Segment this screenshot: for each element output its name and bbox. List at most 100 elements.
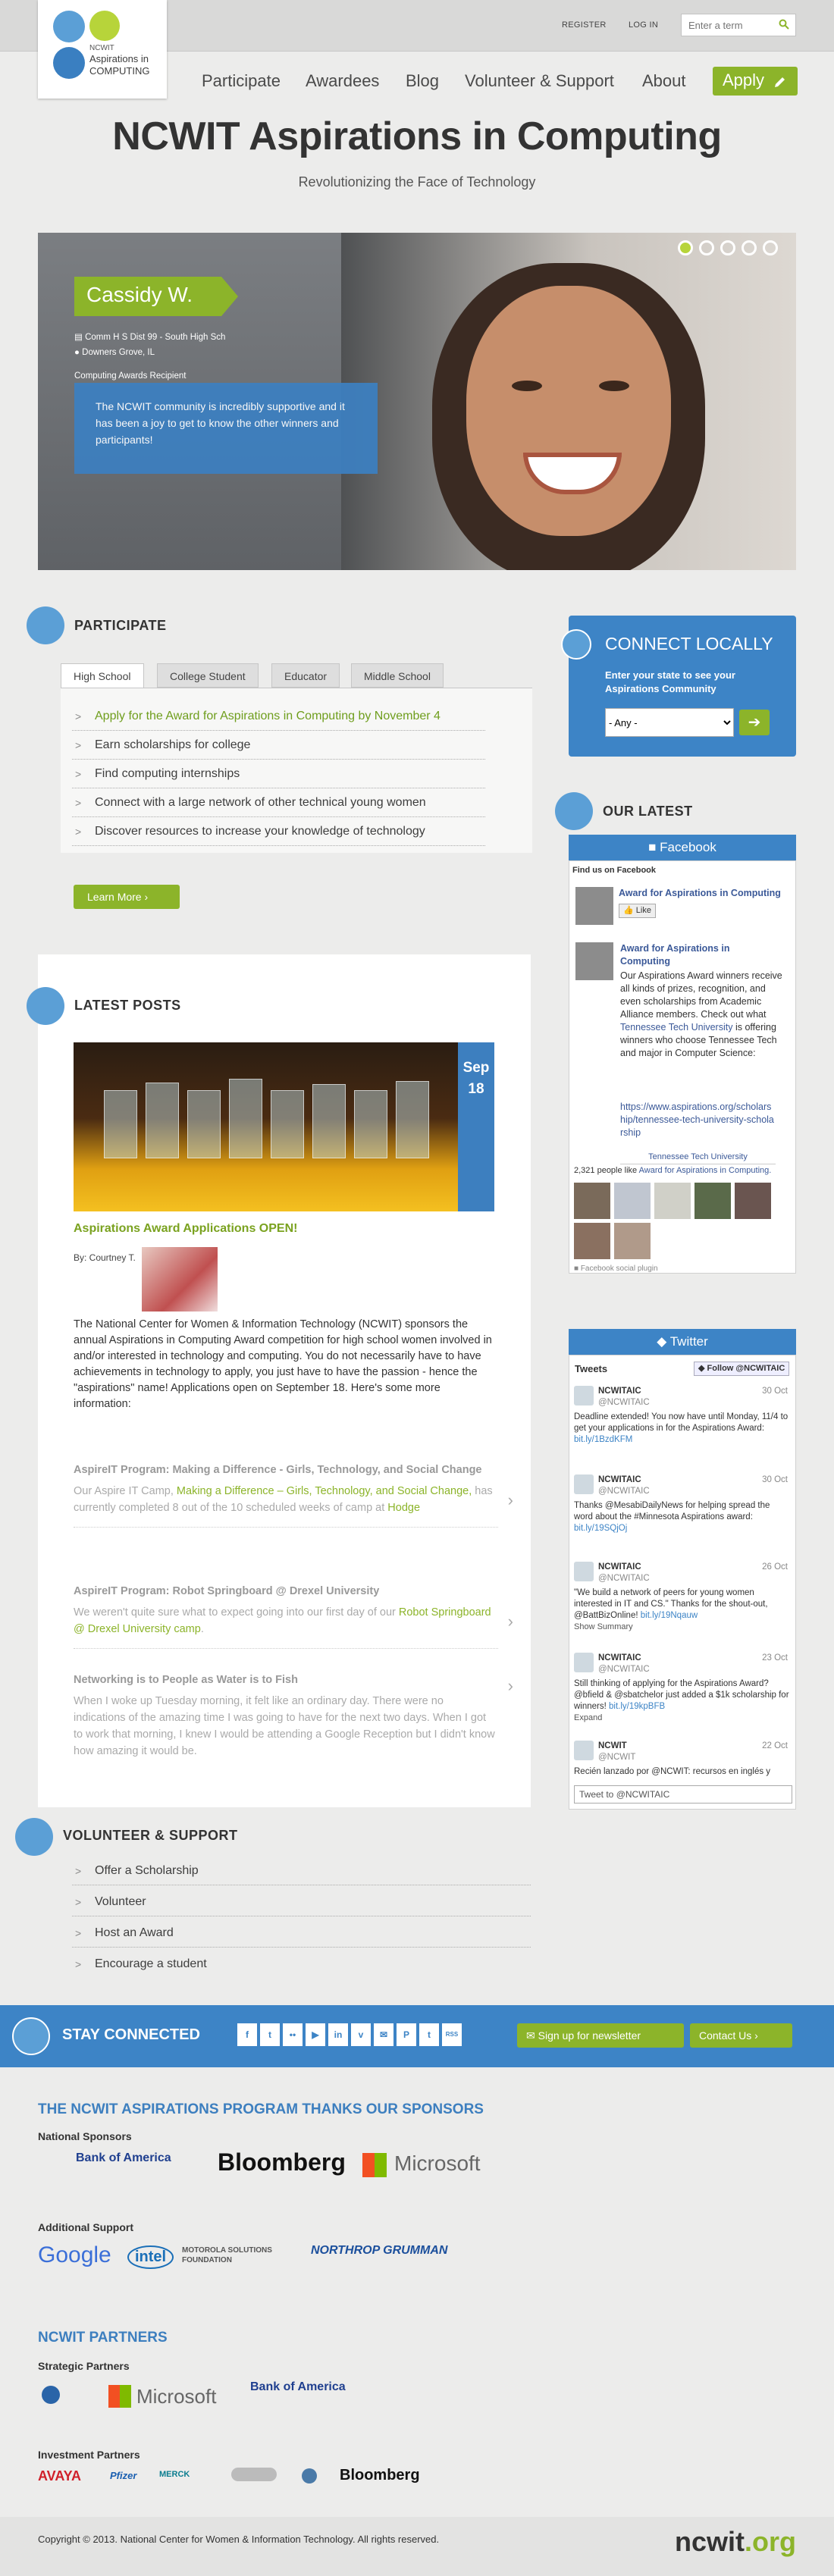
tweet-date[interactable]: 23 Oct (762, 1653, 788, 1664)
apply-button[interactable]: Apply (713, 67, 798, 96)
fan-avatar[interactable] (735, 1183, 771, 1219)
intel-logo[interactable]: intel (127, 2245, 174, 2269)
post-title-link[interactable]: Aspirations Award Applications OPEN! (74, 1222, 297, 1236)
post-teaser-link[interactable]: Making a Difference – Girls, Technology,… (177, 1485, 472, 1497)
pfizer-logo[interactable]: Pfizer (110, 2470, 136, 2481)
email-icon[interactable]: ✉ (374, 2023, 393, 2046)
post-teaser-link[interactable]: Hodge (387, 1502, 420, 1514)
search-input[interactable] (682, 14, 771, 36)
chevron-right-icon[interactable]: › (508, 1492, 513, 1509)
facebook-icon[interactable]: f (237, 2023, 257, 2046)
tab-educator[interactable]: Educator (271, 663, 340, 688)
fan-avatar[interactable] (574, 1223, 610, 1259)
slider-dot[interactable] (742, 240, 757, 255)
tweet[interactable]: NCWIT @NCWIT 22 Oct Recién lanzado por @NCW… (574, 1741, 791, 1778)
list-item[interactable]: > Connect with a large network of other t… (72, 789, 485, 817)
fan-avatar[interactable] (614, 1183, 651, 1219)
hero-slider[interactable]: Cassidy W. ▤ Comm H S Dist 99 - South Hi… (38, 233, 796, 570)
microsoft-logo[interactable]: Microsoft (136, 2385, 216, 2408)
tweet-author[interactable]: NCWITAIC (598, 1562, 641, 1572)
tweet[interactable]: NCWITAIC @NCWITAIC 26 Oct "We build a netwo… (574, 1562, 791, 1633)
tweet[interactable]: NCWITAIC @NCWITAIC 23 Oct Still thinking of… (574, 1653, 791, 1724)
fan-avatar[interactable] (694, 1183, 731, 1219)
tweet-link[interactable]: bit.ly/19Nqauw (641, 1611, 698, 1620)
tweet-author[interactable]: NCWIT (598, 1741, 627, 1750)
rss-icon[interactable]: RSS (442, 2023, 462, 2046)
chevron-right-icon[interactable]: › (508, 1613, 513, 1630)
google-logo[interactable]: Google (38, 2242, 111, 2268)
facebook-page-link[interactable]: Award for Aspirations in Computing (619, 887, 789, 900)
ncwit-logo[interactable]: NCWIT Aspirations in COMPUTING (38, 0, 167, 99)
tweet[interactable]: NCWITAIC @NCWITAIC 30 Oct Thanks @MesabiDai… (574, 1474, 791, 1534)
partner-seal-logo[interactable] (42, 2386, 60, 2404)
tweet-expand[interactable]: Show Summary (574, 1622, 791, 1633)
post-teaser[interactable]: AspireIT Program: Robot Springboard @ Dr… (74, 1583, 513, 1649)
tab-high-school[interactable]: High School (61, 663, 144, 689)
go-button[interactable]: ➔ (739, 710, 770, 735)
tab-middle-school[interactable]: Middle School (351, 663, 444, 688)
tweet-expand[interactable]: Expand (574, 1713, 791, 1724)
facebook-post-title[interactable]: Award for Aspirations in Computing (620, 942, 764, 968)
tweet-author[interactable]: NCWITAIC (598, 1387, 641, 1396)
tweet-author[interactable]: NCWITAIC (598, 1475, 641, 1484)
tumblr-icon[interactable]: t (419, 2023, 439, 2046)
tweet-date[interactable]: 26 Oct (762, 1562, 788, 1573)
tweet-compose[interactable]: Tweet to @NCWITAIC (574, 1785, 792, 1804)
learn-more-button[interactable]: Learn More › (74, 885, 180, 909)
tweet-author[interactable]: NCWITAIC (598, 1653, 641, 1662)
avaya-logo[interactable]: AVAYA (38, 2468, 81, 2484)
like-button[interactable]: 👍 Like (619, 904, 656, 918)
youtube-icon[interactable]: ▶ (306, 2023, 325, 2046)
list-item[interactable]: > Host an Award (72, 1919, 531, 1948)
tweet-date[interactable]: 30 Oct (762, 1386, 788, 1397)
bank-of-america-logo[interactable]: Bank of America (250, 2380, 346, 2394)
northrop-grumman-logo[interactable]: NORTHROP GRUMMAN (311, 2244, 447, 2258)
slider-dot[interactable] (678, 240, 693, 255)
list-item[interactable]: > Earn scholarships for college (72, 732, 485, 760)
tweet-link[interactable]: bit.ly/19kpBFB (609, 1702, 665, 1711)
fan-avatar[interactable] (654, 1183, 691, 1219)
slider-dot[interactable] (699, 240, 714, 255)
nav-about[interactable]: About (642, 71, 686, 91)
partner-seal-logo[interactable] (302, 2468, 317, 2484)
facebook-post-link[interactable]: Tennessee Tech University (620, 1022, 732, 1033)
vimeo-icon[interactable]: v (351, 2023, 371, 2046)
tweet-date[interactable]: 22 Oct (762, 1741, 788, 1752)
nav-awardees[interactable]: Awardees (306, 71, 379, 91)
slider-dot[interactable] (763, 240, 778, 255)
list-item[interactable]: > Volunteer (72, 1888, 531, 1916)
tweet[interactable]: NCWITAIC @NCWITAIC 30 Oct Deadline extended… (574, 1386, 791, 1446)
contact-button[interactable]: Contact Us › (690, 2023, 792, 2048)
chevron-right-icon[interactable]: › (508, 1678, 513, 1694)
facebook-link-caption[interactable]: Tennessee Tech University (620, 1151, 776, 1164)
list-item[interactable]: > Find computing internships (72, 760, 485, 788)
state-select[interactable]: - Any - (605, 708, 734, 737)
search-icon[interactable] (779, 19, 789, 30)
follow-button[interactable]: ◆ Follow @NCWITAIC (694, 1362, 790, 1376)
list-item[interactable]: > Discover resources to increase your kno… (72, 818, 485, 846)
list-item[interactable]: > Offer a Scholarship (72, 1857, 531, 1885)
nav-participate[interactable]: Participate (202, 71, 281, 91)
facebook-post-url[interactable]: https://www.aspirations.org/scholarship/… (620, 1101, 776, 1139)
tweet-link[interactable]: bit.ly/1BzdKFM (574, 1435, 632, 1444)
merck-logo[interactable]: MERCK (159, 2470, 190, 2479)
motorola-logo[interactable]: MOTOROLA SOLUTIONS FOUNDATION (182, 2245, 296, 2265)
twitter-icon[interactable]: t (260, 2023, 280, 2046)
flickr-icon[interactable]: •• (283, 2023, 303, 2046)
nav-blog[interactable]: Blog (406, 71, 439, 91)
facebook-likes-link[interactable]: Award for Aspirations in Computing. (639, 1166, 772, 1175)
tweet-date[interactable]: 30 Oct (762, 1474, 788, 1486)
partner-logo[interactable] (231, 2468, 277, 2481)
newsletter-button[interactable]: ✉ Sign up for newsletter (517, 2023, 684, 2048)
nav-volunteer-support[interactable]: Volunteer & Support (465, 71, 614, 91)
fan-avatar[interactable] (574, 1183, 610, 1219)
fan-avatar[interactable] (614, 1223, 651, 1259)
login-link[interactable]: LOG IN (629, 20, 658, 30)
post-teaser[interactable]: Networking is to People as Water is to F… (74, 1672, 513, 1770)
tweet-link[interactable]: bit.ly/19SQjOj (574, 1524, 627, 1533)
ncwit-org-logo[interactable]: ncwit.org (675, 2526, 796, 2558)
list-item[interactable]: > Encourage a student (72, 1951, 531, 1978)
register-link[interactable]: REGISTER (562, 20, 607, 30)
linkedin-icon[interactable]: in (328, 2023, 348, 2046)
list-item[interactable]: > Apply for the Award for Aspirations in … (72, 703, 485, 731)
